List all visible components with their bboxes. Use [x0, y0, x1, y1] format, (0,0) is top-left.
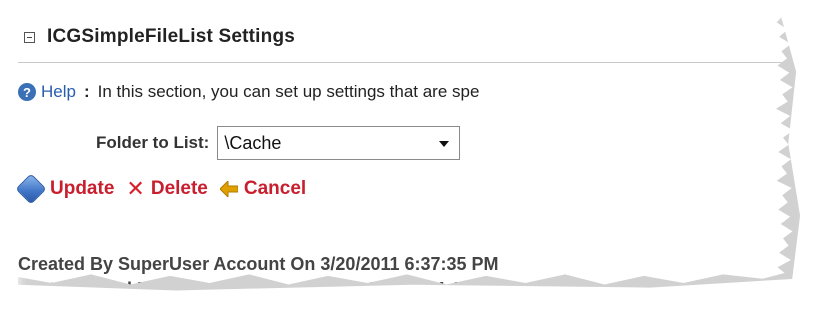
section-header: ICGSimpleFileList Settings: [24, 26, 295, 48]
help-separator: :: [83, 82, 90, 101]
help-icon[interactable]: ?: [18, 83, 36, 101]
help-text: In this section, you can set up settings…: [97, 82, 480, 101]
delete-button[interactable]: ✕ Delete: [126, 178, 207, 200]
delete-label: Delete: [150, 178, 208, 199]
update-button[interactable]: Update: [15, 173, 115, 205]
folder-select[interactable]: \Cache: [217, 126, 461, 160]
folder-label: Folder to List:: [96, 133, 210, 152]
section-title: ICGSimpleFileList Settings: [47, 26, 296, 47]
cancel-button[interactable]: Cancel: [219, 178, 307, 200]
settings-panel: ICGSimpleFileList Settings ? Help : In t…: [12, 8, 794, 285]
help-row: ? Help : In this section, you can set up…: [18, 82, 479, 102]
action-bar: Update ✕ Delete Cancel: [15, 173, 307, 205]
section-divider: [18, 62, 794, 63]
collapse-toggle-icon[interactable]: [24, 31, 35, 43]
cancel-label: Cancel: [243, 178, 307, 199]
screenshot-stage: ICGSimpleFileList Settings ? Help : In t…: [0, 0, 835, 326]
help-link[interactable]: Help: [41, 82, 76, 102]
cancel-arrow-icon: [219, 181, 238, 197]
update-icon: [15, 173, 47, 205]
chevron-down-icon[interactable]: [439, 141, 450, 147]
delete-icon: ✕: [126, 176, 145, 201]
folder-setting-row: Folder to List: \Cache: [96, 126, 461, 160]
audit-created: Created By SuperUser Account On 3/20/201…: [18, 254, 499, 274]
folder-select-value: \Cache: [224, 132, 282, 153]
update-label: Update: [50, 178, 115, 199]
